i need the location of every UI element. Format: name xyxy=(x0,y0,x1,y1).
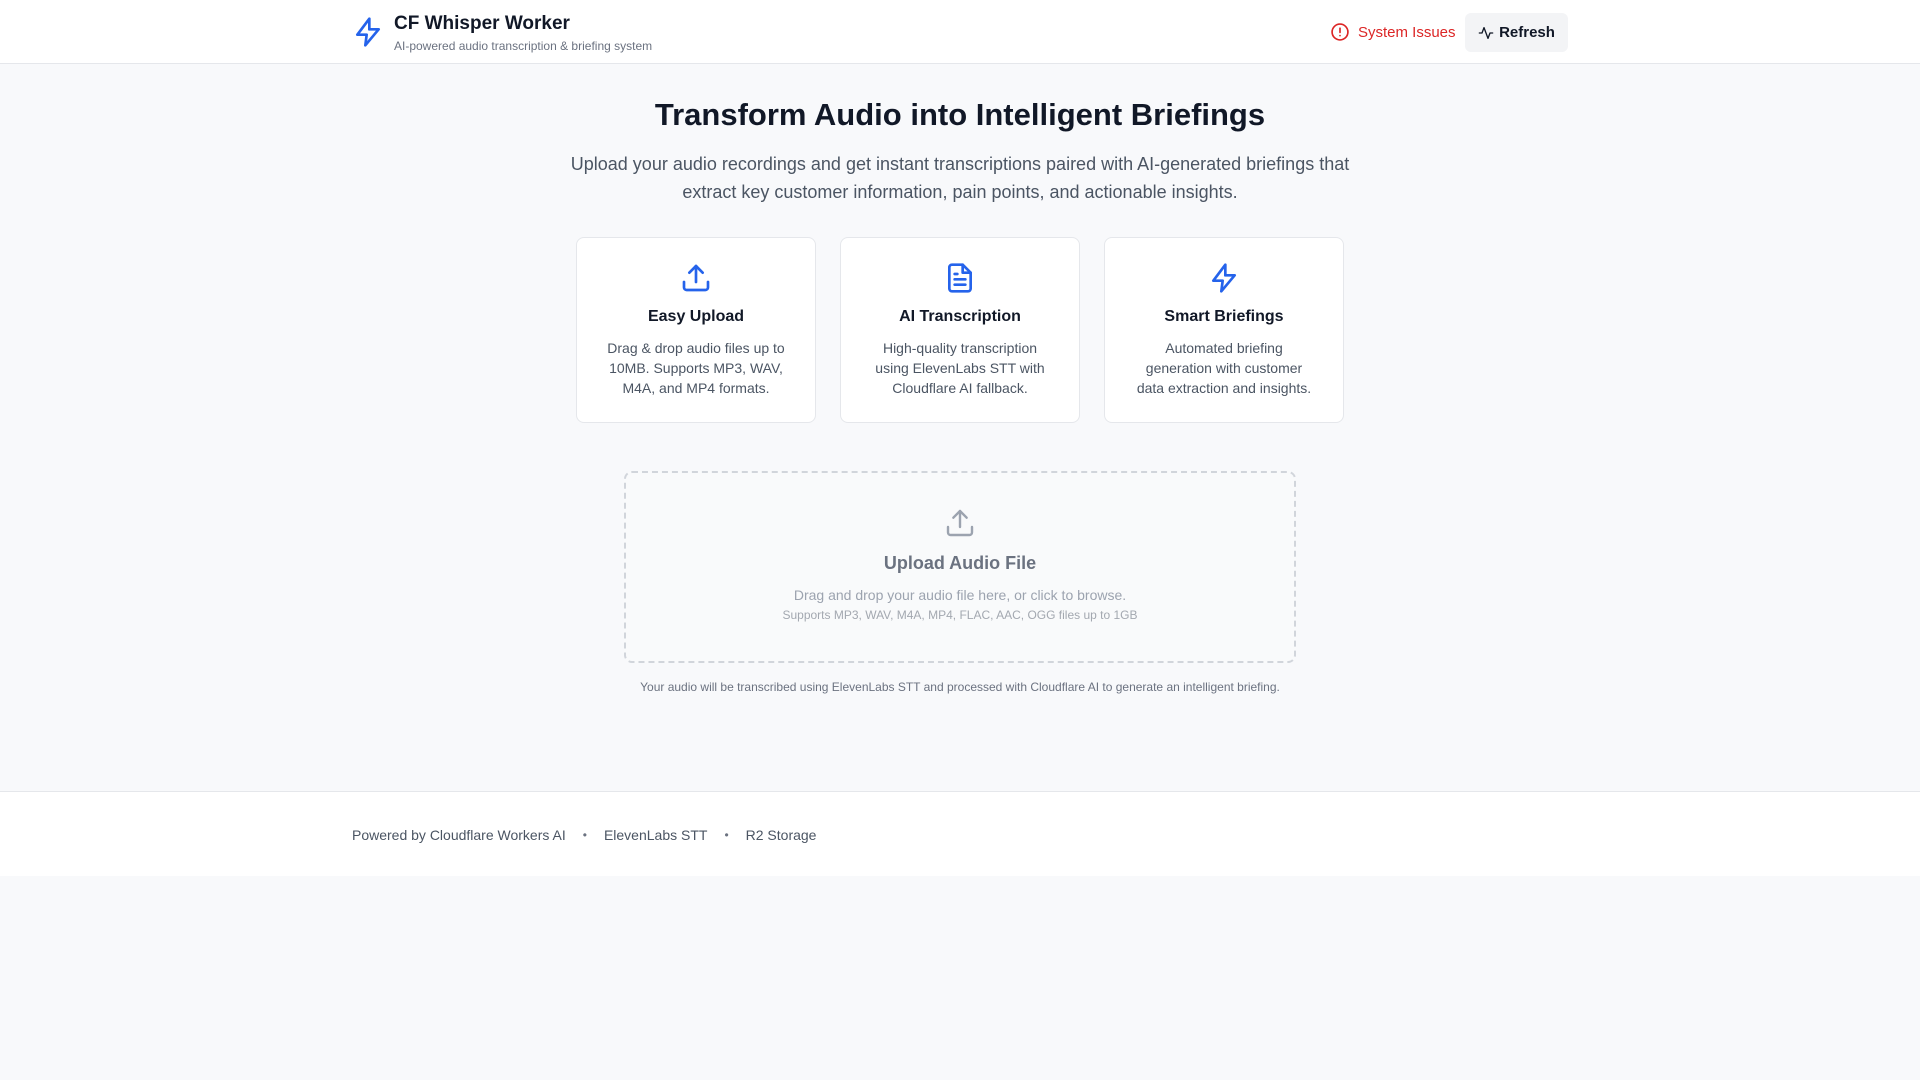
audio-upload-dropzone[interactable]: Upload Audio File Drag and drop your aud… xyxy=(624,471,1296,663)
feature-card-ai-transcription: AI Transcription High-quality transcript… xyxy=(840,237,1080,423)
refresh-button[interactable]: Refresh xyxy=(1465,13,1568,52)
app-header: CF Whisper Worker AI-powered audio trans… xyxy=(0,0,1920,64)
activity-icon xyxy=(1478,26,1494,39)
footer-item-r2: R2 Storage xyxy=(745,827,817,843)
footer-credits: Powered by Cloudflare Workers AI • Eleve… xyxy=(352,825,816,845)
refresh-label: Refresh xyxy=(1499,24,1555,41)
footer-separator: • xyxy=(582,828,587,842)
upload-supported-formats: Supports MP3, WAV, M4A, MP4, FLAC, AAC, … xyxy=(782,608,1138,622)
feature-description: Automated briefing generation with custo… xyxy=(1136,340,1312,396)
upload-instructions: Drag and drop your audio file here, or c… xyxy=(793,587,1127,603)
feature-card-smart-briefings: Smart Briefings Automated briefing gener… xyxy=(1104,237,1344,423)
feature-description: High-quality transcription using ElevenL… xyxy=(875,340,1045,396)
upload-title: Upload Audio File xyxy=(883,553,1037,573)
zap-icon xyxy=(356,17,380,47)
feature-description: Drag & drop audio files up to 10MB. Supp… xyxy=(607,340,785,396)
brand: CF Whisper Worker AI-powered audio trans… xyxy=(352,12,652,54)
system-status-indicator[interactable]: System Issues xyxy=(1330,20,1456,44)
brand-text: CF Whisper Worker AI-powered audio trans… xyxy=(394,12,652,54)
app-subtitle: AI-powered audio transcription & briefin… xyxy=(394,39,653,53)
hero-title: Transform Audio into Intelligent Briefin… xyxy=(654,97,1266,132)
feature-title: Easy Upload xyxy=(647,308,745,325)
upload-icon xyxy=(682,264,710,292)
feature-card-easy-upload: Easy Upload Drag & drop audio files up t… xyxy=(576,237,816,423)
app-title: CF Whisper Worker xyxy=(394,13,570,34)
feature-title: AI Transcription xyxy=(899,308,1021,325)
processing-note: Your audio will be transcribed using Ele… xyxy=(640,680,1280,694)
zap-icon xyxy=(1212,263,1236,293)
feature-title: Smart Briefings xyxy=(1164,308,1284,325)
footer-item-elevenlabs: ElevenLabs STT xyxy=(603,827,708,843)
footer-item-cloudflare: Powered by Cloudflare Workers AI xyxy=(352,827,566,843)
hero-description: Upload your audio recordings and get ins… xyxy=(570,154,1350,202)
file-text-icon xyxy=(948,263,972,293)
system-status-label: System Issues xyxy=(1358,23,1456,41)
app-footer: Powered by Cloudflare Workers AI • Eleve… xyxy=(0,791,1920,876)
footer-separator: • xyxy=(724,828,729,842)
upload-icon xyxy=(946,509,974,537)
alert-circle-icon xyxy=(1331,23,1349,41)
